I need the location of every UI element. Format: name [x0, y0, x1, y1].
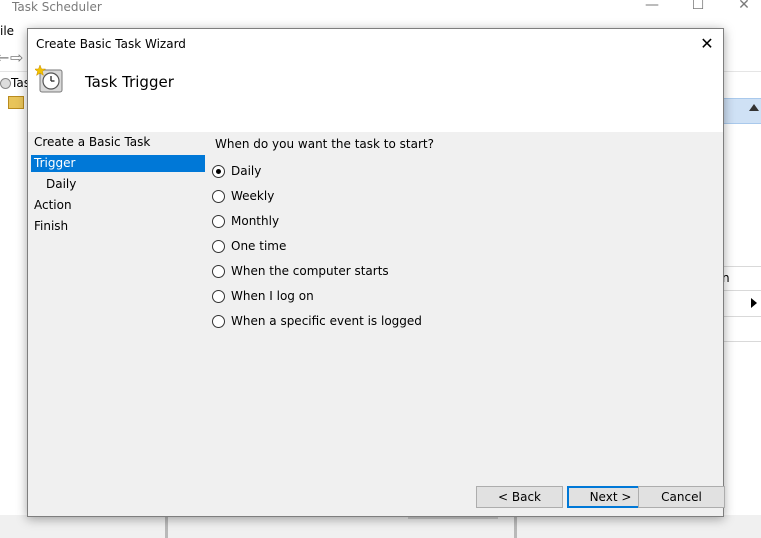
divider [722, 316, 761, 317]
dialog-close-button[interactable]: ✕ [692, 31, 722, 57]
folder-icon[interactable] [8, 96, 24, 109]
create-basic-task-wizard-dialog: Create Basic Task Wizard ✕ Task Trigger … [27, 28, 725, 517]
trigger-question: When do you want the task to start? [215, 137, 434, 151]
step-finish[interactable]: Finish [31, 218, 205, 235]
clock-icon [0, 78, 11, 89]
actions-pane-header[interactable] [722, 98, 761, 124]
tree-item-task-scheduler[interactable]: Tas [0, 76, 30, 90]
background-close-button[interactable]: ✕ [721, 0, 761, 15]
menu-file[interactable]: ile [0, 24, 14, 38]
background-tree-pane [0, 72, 28, 538]
maximize-button[interactable]: ☐ [675, 0, 721, 15]
forward-arrow-icon[interactable]: ⇨ [10, 48, 23, 67]
cancel-button[interactable]: Cancel [638, 486, 725, 508]
background-window-title: Task Scheduler [12, 0, 102, 14]
radio-button[interactable] [212, 265, 225, 278]
radio-button[interactable] [212, 215, 225, 228]
step-daily[interactable]: Daily [31, 176, 205, 193]
collapse-triangle-icon[interactable] [749, 104, 759, 111]
step-trigger[interactable]: Trigger [31, 155, 205, 172]
radio-button[interactable] [212, 315, 225, 328]
wizard-page-title: Task Trigger [85, 73, 174, 91]
step-action[interactable]: Action [31, 197, 205, 214]
divider [722, 341, 761, 342]
minimize-button[interactable]: — [629, 0, 675, 15]
dialog-title: Create Basic Task Wizard [36, 37, 186, 51]
step-create-basic-task[interactable]: Create a Basic Task [31, 134, 205, 151]
radio-button[interactable] [212, 165, 225, 178]
clock-icon [35, 65, 63, 93]
divider [722, 266, 761, 267]
back-arrow-icon[interactable]: ← [0, 48, 9, 67]
divider [722, 290, 761, 291]
back-button[interactable]: < Back [476, 486, 563, 508]
pane-splitter[interactable] [165, 515, 168, 538]
pane-splitter[interactable] [514, 515, 517, 538]
radio-button[interactable] [212, 190, 225, 203]
wizard-header [28, 59, 723, 132]
radio-button[interactable] [212, 240, 225, 253]
submenu-arrow-icon[interactable] [751, 298, 757, 308]
background-statusbar [0, 515, 761, 538]
radio-button[interactable] [212, 290, 225, 303]
